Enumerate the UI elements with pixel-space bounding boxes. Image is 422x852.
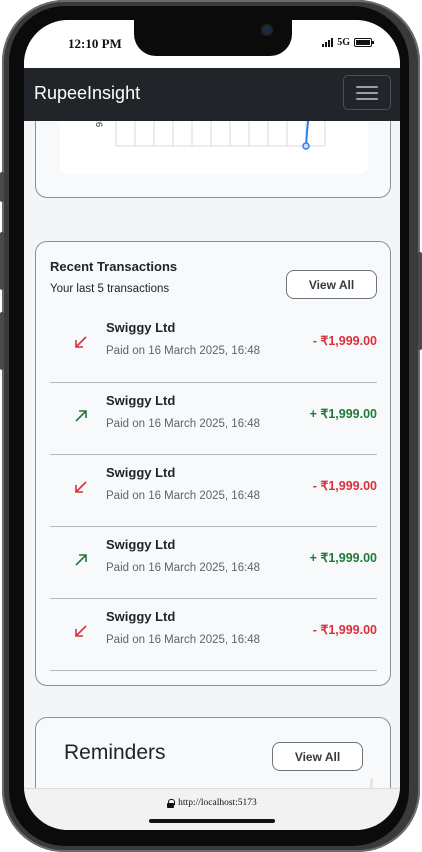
transaction-row[interactable]: Swiggy Ltd Paid on 16 March 2025, 16:48 … <box>50 383 377 455</box>
home-indicator[interactable] <box>149 819 275 823</box>
view-all-reminders-button[interactable]: View All <box>272 742 363 771</box>
volume-down-button <box>0 312 4 370</box>
transaction-date: Paid on 16 March 2025, 16:48 <box>106 418 261 430</box>
chart-point <box>302 142 310 150</box>
notch <box>134 20 292 56</box>
status-bar: 12:10 PM 5G <box>24 20 400 68</box>
power-button <box>418 252 422 350</box>
network-label: 5G <box>337 37 350 48</box>
lock-icon <box>167 798 176 808</box>
card-subtitle: Your last 5 transactions <box>50 283 170 295</box>
reminders-title: Reminders <box>64 741 166 764</box>
status-indicators: 5G <box>322 37 374 48</box>
page-content[interactable]: 2026 Recent Transactions Your last 5 tra… <box>24 121 400 788</box>
navbar: RupeeInsight <box>24 68 400 121</box>
signal-icon <box>322 38 334 47</box>
transaction-date: Paid on 16 March 2025, 16:48 <box>106 562 261 574</box>
view-all-transactions-button[interactable]: View All <box>286 270 377 299</box>
chart-card: 2026 <box>35 121 391 198</box>
arrow-up-right-icon <box>75 554 87 566</box>
transaction-name: Swiggy Ltd <box>106 465 176 480</box>
transaction-name: Swiggy Ltd <box>106 537 176 552</box>
transaction-date: Paid on 16 March 2025, 16:48 <box>106 634 261 646</box>
chart-area: 2026 <box>60 121 368 174</box>
url-text: http://localhost:5173 <box>178 798 257 808</box>
transaction-row[interactable]: Swiggy Ltd Paid on 16 March 2025, 16:48 … <box>50 310 377 383</box>
transaction-row[interactable]: Swiggy Ltd Paid on 16 March 2025, 16:48 … <box>50 599 377 671</box>
silent-switch <box>0 172 4 202</box>
chart-line <box>305 121 310 147</box>
chart-svg <box>115 121 326 150</box>
browser-url-bar: http://localhost:5173 <box>24 788 400 830</box>
x-axis-year-label: 2026 <box>93 121 104 130</box>
transaction-row[interactable]: Swiggy Ltd Paid on 16 March 2025, 16:48 … <box>50 455 377 527</box>
transaction-amount: - ₹1,999.00 <box>312 623 377 637</box>
transaction-date: Paid on 16 March 2025, 16:48 <box>106 490 261 502</box>
status-time: 12:10 PM <box>68 36 122 51</box>
transaction-date: Paid on 16 March 2025, 16:48 <box>106 345 261 357</box>
battery-icon <box>354 38 374 47</box>
arrow-down-left-icon <box>75 481 87 493</box>
front-camera <box>263 26 271 34</box>
url-display[interactable]: http://localhost:5173 <box>24 798 400 808</box>
chart-grid <box>115 121 326 147</box>
arrow-down-left-icon <box>75 625 87 637</box>
brand-title[interactable]: RupeeInsight <box>34 83 140 104</box>
transaction-list: Swiggy Ltd Paid on 16 March 2025, 16:48 … <box>50 310 377 671</box>
card-title: Recent Transactions <box>50 259 178 274</box>
scrollbar[interactable] <box>370 778 373 788</box>
hamburger-icon[interactable] <box>343 75 391 110</box>
transaction-row[interactable]: Swiggy Ltd Paid on 16 March 2025, 16:48 … <box>50 527 377 599</box>
screen: 12:10 PM 5G RupeeInsight Recent Transact… <box>24 20 400 830</box>
transaction-name: Swiggy Ltd <box>106 609 176 624</box>
arrow-up-right-icon <box>75 410 87 422</box>
reminders-card: Reminders View All <box>35 717 391 788</box>
transaction-name: Swiggy Ltd <box>106 393 176 408</box>
transaction-amount: + ₹1,999.00 <box>309 407 377 421</box>
arrow-down-left-icon <box>75 336 87 348</box>
transaction-name: Swiggy Ltd <box>106 320 176 335</box>
volume-up-button <box>0 232 4 290</box>
recent-transactions-card: Recent Transactions Your last 5 transact… <box>35 241 391 686</box>
transaction-amount: + ₹1,999.00 <box>309 551 377 565</box>
transaction-amount: - ₹1,999.00 <box>312 334 377 348</box>
transaction-amount: - ₹1,999.00 <box>312 479 377 493</box>
